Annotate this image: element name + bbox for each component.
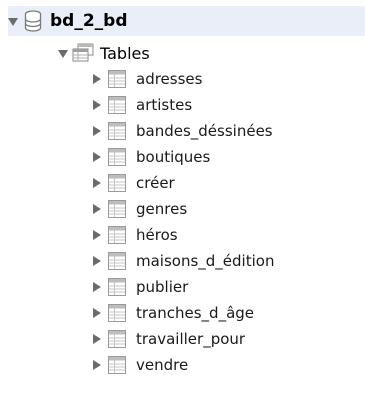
schema-node[interactable]: bd_2_bd: [8, 6, 365, 36]
tables-group-node[interactable]: Tables: [58, 40, 150, 66]
table-icon: [108, 96, 126, 114]
table-name: vendre: [136, 356, 189, 374]
table-name: maisons_d_édition: [136, 252, 275, 270]
tables-folder-icon: [72, 43, 94, 62]
table-node[interactable]: publier: [92, 274, 188, 300]
expand-arrow-icon[interactable]: [92, 230, 102, 240]
table-name: adresses: [136, 70, 203, 88]
table-node[interactable]: genres: [92, 196, 187, 222]
table-node[interactable]: bandes_déssinées: [92, 118, 273, 144]
collapse-arrow-icon[interactable]: [8, 16, 18, 26]
table-node[interactable]: maisons_d_édition: [92, 248, 274, 274]
expand-arrow-icon[interactable]: [92, 74, 102, 84]
database-icon: [24, 10, 42, 32]
table-node[interactable]: héros: [92, 222, 178, 248]
expand-arrow-icon[interactable]: [92, 126, 102, 136]
expand-arrow-icon[interactable]: [92, 256, 102, 266]
table-icon: [108, 148, 126, 166]
table-node[interactable]: travailler_pour: [92, 326, 245, 352]
table-icon: [108, 278, 126, 296]
table-icon: [108, 70, 126, 88]
table-node[interactable]: tranches_d_âge: [92, 300, 254, 326]
table-name: créer: [136, 174, 175, 192]
expand-arrow-icon[interactable]: [92, 334, 102, 344]
table-name: tranches_d_âge: [136, 304, 255, 322]
table-node[interactable]: créer: [92, 170, 175, 196]
tables-group-label: Tables: [100, 43, 150, 63]
table-icon: [108, 330, 126, 348]
table-name: bandes_déssinées: [136, 122, 273, 140]
table-name: boutiques: [136, 148, 211, 166]
expand-arrow-icon[interactable]: [92, 178, 102, 188]
collapse-arrow-icon[interactable]: [58, 48, 68, 58]
expand-arrow-icon[interactable]: [92, 308, 102, 318]
expand-arrow-icon[interactable]: [92, 282, 102, 292]
table-icon: [108, 174, 126, 192]
table-icon: [108, 226, 126, 244]
expand-arrow-icon[interactable]: [92, 360, 102, 370]
table-icon: [108, 252, 126, 270]
table-name: héros: [136, 226, 178, 244]
table-icon: [108, 356, 126, 374]
expand-arrow-icon[interactable]: [92, 204, 102, 214]
table-node[interactable]: adresses: [92, 66, 202, 92]
expand-arrow-icon[interactable]: [92, 152, 102, 162]
table-node[interactable]: vendre: [92, 352, 188, 378]
table-node[interactable]: artistes: [92, 92, 192, 118]
table-name: publier: [136, 278, 189, 296]
table-icon: [108, 200, 126, 218]
table-name: travailler_pour: [136, 330, 246, 348]
expand-arrow-icon[interactable]: [92, 100, 102, 110]
schema-name: bd_2_bd: [50, 11, 128, 31]
table-icon: [108, 122, 126, 140]
table-node[interactable]: boutiques: [92, 144, 210, 170]
table-name: artistes: [136, 96, 193, 114]
table-icon: [108, 304, 126, 322]
table-name: genres: [136, 200, 188, 218]
